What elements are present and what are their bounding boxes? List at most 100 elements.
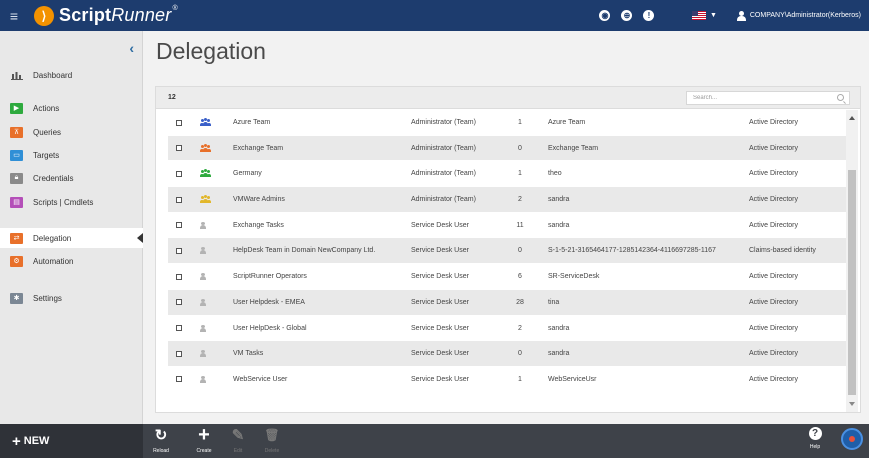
cell-role: Service Desk User	[411, 221, 469, 229]
row-checkbox[interactable]	[176, 316, 182, 341]
cell-identity-type: Active Directory	[749, 375, 799, 383]
lock-icon: 🔒︎	[10, 172, 23, 184]
scroll-down-arrow-icon[interactable]	[849, 402, 855, 406]
sidebar-item-queries[interactable]: ⊼ Queries	[0, 122, 143, 142]
pencil-icon: ✎	[231, 427, 245, 444]
delete-button[interactable]: 🗑 Delete	[258, 427, 286, 457]
table-row[interactable]: VM Tasks Service Desk User 0 sandra Acti…	[168, 341, 848, 367]
table-row[interactable]: VMWare Admins Administrator (Team) 2 san…	[168, 187, 848, 213]
row-count: 12	[168, 94, 176, 101]
info-icon[interactable]: !	[638, 0, 660, 31]
table-row[interactable]: Azure Team Administrator (Team) 1 Azure …	[168, 110, 848, 136]
cell-identity-type: Active Directory	[749, 273, 799, 281]
trash-icon: 🗑	[264, 428, 280, 442]
row-checkbox[interactable]	[176, 238, 182, 263]
row-checkbox[interactable]	[176, 110, 182, 135]
cell-account: sandra	[548, 221, 570, 229]
assistant-logo-icon[interactable]	[841, 428, 863, 450]
globe-icon[interactable]: ⊕	[616, 0, 638, 31]
row-checkbox[interactable]	[176, 187, 182, 212]
row-checkbox[interactable]	[176, 161, 182, 186]
row-checkbox[interactable]	[176, 290, 182, 315]
help-button[interactable]: ? Help	[801, 427, 829, 457]
edit-button[interactable]: ✎ Edit	[224, 427, 252, 457]
create-button[interactable]: + Create	[190, 424, 218, 457]
table-row[interactable]: User Helpdesk - EMEA Service Desk User 2…	[168, 289, 848, 316]
sidebar-item-label: Dashboard	[33, 70, 73, 80]
cell-account: sandra	[548, 350, 570, 358]
search-box[interactable]	[686, 91, 850, 105]
cell-role: Administrator (Team)	[411, 170, 476, 178]
table-row[interactable]: HelpDesk Team in Domain NewCompany Ltd. …	[168, 238, 848, 265]
reload-icon: ↻	[154, 427, 168, 444]
cell-role: Service Desk User	[411, 350, 469, 358]
cell-name: VMWare Admins	[233, 196, 285, 204]
user-icon	[736, 10, 746, 21]
sidebar-item-settings[interactable]: ✱ Settings	[0, 288, 143, 308]
sidebar-item-label: Scripts | Cmdlets	[33, 197, 94, 207]
cell-account: sandra	[548, 196, 570, 204]
plus-icon: +	[12, 432, 21, 450]
row-checkbox[interactable]	[176, 367, 182, 392]
sidebar-item-dashboard[interactable]: Dashboard	[0, 65, 143, 85]
plus-icon: +	[198, 424, 210, 446]
user-menu[interactable]: COMPANY\Administrator(Kerberos)	[736, 10, 869, 21]
cell-name: User Helpdesk - EMEA	[233, 298, 305, 306]
scrollbar[interactable]	[846, 110, 858, 412]
help-icon: ?	[808, 427, 822, 440]
search-icon[interactable]	[837, 94, 844, 101]
app-logo[interactable]: ⟩ ScriptRunner®	[34, 0, 178, 31]
github-icon[interactable]: ◉	[594, 0, 616, 31]
cell-account: tina	[548, 298, 560, 306]
row-checkbox[interactable]	[176, 136, 182, 161]
language-selector[interactable]: ▼	[691, 11, 717, 20]
reload-label: Reload	[153, 448, 169, 454]
table-row[interactable]: Germany Administrator (Team) 1 theo Acti…	[168, 161, 848, 188]
cell-role: Administrator (Team)	[411, 119, 476, 126]
search-input[interactable]	[687, 92, 827, 104]
sidebar-item-scripts-cmdlets[interactable]: ▤ Scripts | Cmdlets	[0, 192, 143, 212]
collapse-sidebar-icon[interactable]: ‹	[129, 40, 134, 56]
scroll-up-arrow-icon[interactable]	[849, 116, 855, 120]
team-icon	[200, 169, 211, 178]
cell-identity-type: Claims-based identity	[749, 247, 816, 255]
cell-account: S-1-5-21-3165464177-1285142364-411669728…	[548, 247, 716, 255]
row-checkbox[interactable]	[176, 341, 182, 366]
cell-identity-type: Active Directory	[749, 196, 799, 204]
app-name: ScriptRunner®	[59, 5, 178, 25]
cell-count: 2	[518, 196, 522, 204]
page-title: Delegation	[156, 38, 266, 64]
scrollbar-thumb[interactable]	[848, 170, 856, 395]
table-row[interactable]: User HelpDesk - Global Service Desk User…	[168, 316, 848, 342]
delegation-icon: ⇄	[10, 232, 23, 244]
sidebar-item-automation[interactable]: ⚙ Automation	[0, 251, 143, 271]
hamburger-menu-icon[interactable]: ≡	[0, 0, 28, 31]
table-row[interactable]: ScriptRunner Operators Service Desk User…	[168, 264, 848, 290]
sidebar-item-label: Actions	[33, 103, 60, 113]
cell-identity-type: Active Directory	[749, 298, 799, 306]
table-row[interactable]: WebService User Service Desk User 1 WebS…	[168, 367, 848, 393]
table-row[interactable]: Exchange Team Administrator (Team) 0 Exc…	[168, 135, 848, 162]
sidebar-item-targets[interactable]: ▭ Targets	[0, 145, 143, 165]
user-icon	[200, 221, 206, 229]
edit-label: Edit	[233, 448, 243, 454]
sidebar-item-delegation[interactable]: ⇄ Delegation	[0, 228, 143, 248]
cell-role: Service Desk User	[411, 298, 469, 306]
row-type-icon	[200, 290, 206, 315]
sidebar-item-credentials[interactable]: 🔒︎ Credentials	[0, 168, 143, 188]
cell-account: WebServiceUsr	[548, 375, 597, 383]
play-icon: ▶	[10, 102, 23, 114]
cell-identity-type: Active Directory	[749, 350, 799, 358]
new-button[interactable]: + NEW	[0, 424, 143, 458]
reload-button[interactable]: ↻ Reload	[147, 427, 175, 457]
cell-identity-type: Active Directory	[749, 119, 799, 126]
row-checkbox[interactable]	[176, 213, 182, 238]
row-type-icon	[200, 238, 206, 263]
table-row[interactable]: Exchange Tasks Service Desk User 11 sand…	[168, 213, 848, 239]
delegation-table: Azure Team Administrator (Team) 1 Azure …	[168, 110, 848, 393]
cell-name: User HelpDesk - Global	[233, 324, 307, 332]
sidebar: ‹ Dashboard ▶ Actions ⊼ Queries ▭ Target…	[0, 31, 143, 424]
sidebar-item-actions[interactable]: ▶ Actions	[0, 98, 143, 118]
cell-identity-type: Active Directory	[749, 221, 799, 229]
row-checkbox[interactable]	[176, 264, 182, 289]
